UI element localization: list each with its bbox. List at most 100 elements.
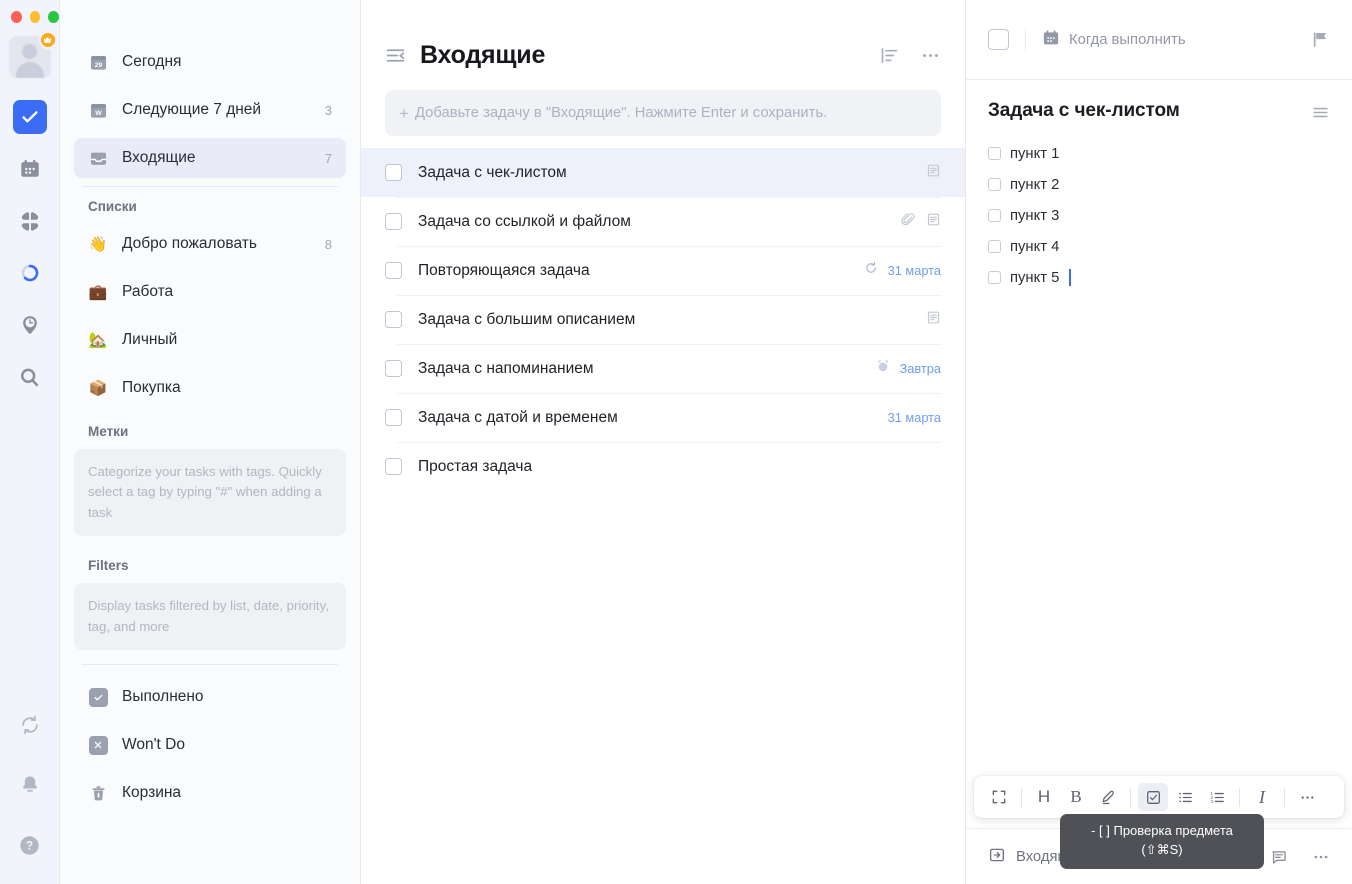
close-window-button[interactable]	[11, 11, 22, 23]
app-window: ? 29 Сегодня W Следующие 7 дней 3 Входящ…	[0, 0, 1352, 884]
sidebar-item-inbox[interactable]: Входящие 7	[74, 138, 346, 178]
filters-hint: Display tasks filtered by list, date, pr…	[74, 583, 346, 651]
checklist-item-checkbox[interactable]	[988, 240, 1001, 253]
week-letter: W	[95, 109, 102, 116]
more-horizontal-icon[interactable]	[1312, 848, 1330, 866]
task-title: Задача с большим описанием	[418, 310, 636, 328]
detail-title-row: Задача с чек-листом	[988, 100, 1330, 122]
task-list-column: Входящие + Добавьте задачу в "Входящие".…	[361, 0, 966, 884]
sidebar-item-trash[interactable]: Корзина	[74, 773, 346, 813]
task-checkbox[interactable]	[385, 458, 402, 475]
task-checkbox[interactable]	[385, 360, 402, 377]
task-row[interactable]: Задача с чек-листом	[361, 148, 965, 197]
checklist-item[interactable]: пункт 4	[988, 231, 1330, 262]
sidebar-item-label: Входящие	[122, 149, 196, 166]
more-horizontal-icon[interactable]	[1292, 783, 1322, 811]
checklist-shortcut-tooltip: - [ ] Проверка предмета (⇧⌘S)	[1060, 814, 1264, 869]
checklist-item[interactable]: пункт 5	[988, 262, 1330, 293]
sidebar-item-label: Покупка	[122, 379, 181, 396]
sort-icon[interactable]	[879, 45, 900, 66]
minimize-window-button[interactable]	[29, 11, 41, 23]
rail-item-habit-tracker[interactable]	[13, 308, 47, 342]
rail-item-calendar[interactable]	[13, 152, 47, 186]
checklist-item-checkbox[interactable]	[988, 147, 1001, 160]
fullscreen-icon[interactable]	[984, 783, 1014, 811]
task-list-header: Входящие	[361, 0, 965, 80]
heading-icon[interactable]: H	[1029, 783, 1059, 811]
sync-icon[interactable]	[13, 708, 47, 742]
due-date-button[interactable]: Когда выполнить	[1042, 29, 1186, 51]
sidebar-list-welcome[interactable]: 👋 Добро пожаловать 8	[74, 224, 346, 264]
bold-icon[interactable]: B	[1061, 783, 1091, 811]
sidebar-list-personal[interactable]: 🏡 Личный	[74, 320, 346, 360]
svg-text:3: 3	[1210, 798, 1213, 803]
task-list: Задача с чек-листом Задача со ссылкой и …	[361, 148, 965, 491]
task-checkbox[interactable]	[385, 409, 402, 426]
rail-item-tasks[interactable]	[12, 100, 47, 134]
rail-item-matrix[interactable]	[13, 204, 47, 238]
detail-task-title[interactable]: Задача с чек-листом	[988, 100, 1311, 122]
toolbar-divider	[1021, 787, 1022, 807]
task-detail-panel: Когда выполнить Задача с чек-листом пунк…	[966, 0, 1352, 884]
numbered-list-icon[interactable]: 123	[1202, 783, 1232, 811]
checklist-item[interactable]: пункт 1	[988, 138, 1330, 169]
task-checkbox[interactable]	[385, 164, 402, 181]
sidebar-item-next-7-days[interactable]: W Следующие 7 дней 3	[74, 90, 346, 130]
more-horizontal-icon[interactable]	[920, 45, 941, 66]
italic-icon[interactable]: I	[1247, 783, 1277, 811]
task-row[interactable]: Повторяющаяся задача 31 марта	[361, 246, 965, 295]
sidebar-item-label: Личный	[122, 331, 178, 348]
task-title: Простая задача	[418, 457, 533, 475]
task-row[interactable]: Задача со ссылкой и файлом	[361, 197, 965, 246]
checklist-icon[interactable]	[1138, 783, 1168, 811]
rail-primary-icons	[0, 100, 59, 394]
sidebar-item-label: Следующие 7 дней	[122, 101, 262, 118]
flag-icon[interactable]	[1311, 30, 1330, 49]
repeat-icon	[864, 261, 878, 280]
checklist-item[interactable]: пункт 3	[988, 200, 1330, 231]
plus-icon: +	[399, 103, 409, 123]
sidebar-divider-2	[82, 664, 338, 666]
sidebar-item-today[interactable]: 29 Сегодня	[74, 42, 346, 82]
add-task-input[interactable]: + Добавьте задачу в "Входящие". Нажмите …	[385, 90, 941, 136]
task-checkbox[interactable]	[385, 262, 402, 279]
sidebar-item-completed[interactable]: Выполнено	[74, 677, 346, 717]
comment-icon[interactable]	[1270, 848, 1288, 866]
highlight-icon[interactable]	[1093, 783, 1123, 811]
task-row[interactable]: Задача с большим описанием	[361, 295, 965, 344]
editor-toolbar: H B 123 I	[974, 776, 1344, 818]
hamburger-icon[interactable]	[1311, 103, 1330, 122]
bullet-list-icon[interactable]	[1170, 783, 1200, 811]
sidebar-item-wont-do[interactable]: Won't Do	[74, 725, 346, 765]
checklist-item-label: пункт 2	[1010, 176, 1060, 193]
checklist-item-checkbox[interactable]	[988, 271, 1001, 284]
sidebar-list-work[interactable]: 💼 Работа	[74, 272, 346, 312]
sidebar-list-shopping[interactable]: 📦 Покупка	[74, 368, 346, 408]
rail-item-search[interactable]	[13, 360, 47, 394]
task-title: Задача с чек-листом	[418, 163, 567, 181]
bell-icon[interactable]	[13, 768, 47, 802]
zoom-window-button[interactable]	[48, 11, 60, 23]
avatar[interactable]	[8, 31, 57, 78]
rail-item-pomodoro[interactable]	[13, 256, 47, 290]
rail-bottom-icons: ?	[0, 708, 59, 862]
task-list-actions	[879, 45, 941, 66]
detail-body: Задача с чек-листом пункт 1 пункт 2 пунк…	[966, 80, 1352, 293]
task-row[interactable]: Задача с напоминанием Завтра	[361, 344, 965, 393]
task-row[interactable]: Задача с датой и временем 31 марта	[361, 393, 965, 442]
tags-hint: Categorize your tasks with tags. Quickly…	[74, 449, 346, 537]
detail-checklist: пункт 1 пункт 2 пункт 3 пункт 4 пункт 5	[988, 138, 1330, 293]
task-title: Задача с датой и временем	[418, 408, 618, 426]
checklist-item[interactable]: пункт 2	[988, 169, 1330, 200]
collapse-sidebar-icon[interactable]	[385, 45, 406, 66]
task-checkbox[interactable]	[385, 311, 402, 328]
checklist-item-checkbox[interactable]	[988, 209, 1001, 222]
task-checkbox[interactable]	[385, 213, 402, 230]
trash-icon	[88, 783, 108, 803]
task-row[interactable]: Простая задача	[361, 442, 965, 491]
detail-task-checkbox[interactable]	[988, 29, 1009, 50]
header-divider	[1025, 28, 1026, 51]
question-circle-icon[interactable]: ?	[13, 828, 47, 862]
checklist-item-checkbox[interactable]	[988, 178, 1001, 191]
checklist-item-label: пункт 5	[1010, 269, 1060, 286]
